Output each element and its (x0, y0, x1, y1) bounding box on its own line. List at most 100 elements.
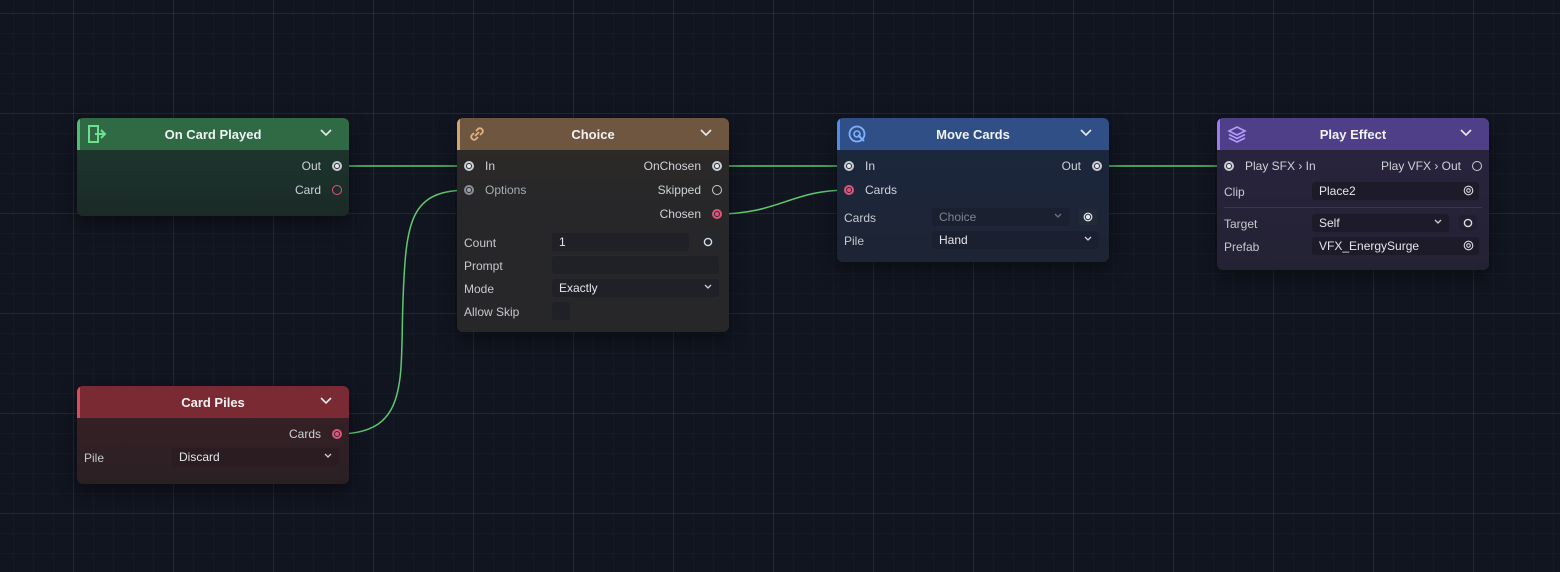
property-label: Target (1224, 217, 1258, 231)
output-port-skipped[interactable] (712, 185, 722, 195)
chevron-down-icon[interactable] (1459, 126, 1473, 140)
mode-select[interactable]: Exactly (552, 279, 719, 297)
select-value: Self (1319, 216, 1340, 230)
node-header[interactable]: Move Cards (837, 118, 1109, 150)
property-target: Target Self (1217, 212, 1489, 235)
node-header[interactable]: Card Piles (77, 386, 349, 418)
chevron-down-icon[interactable] (699, 126, 713, 140)
property-label: Mode (464, 282, 495, 296)
node-play-effect[interactable]: Play Effect Play SFX › In Play VFX › Out… (1217, 118, 1489, 270)
property-label: Cards (844, 211, 877, 225)
port-label: Play VFX › Out (1380, 159, 1461, 173)
port-label: Cards (288, 427, 321, 441)
node-card-piles[interactable]: Card Piles Cards Pile Discard (77, 386, 349, 484)
field-value: Place2 (1319, 184, 1356, 198)
property-label: Pile (844, 234, 865, 248)
prefab-object-field[interactable]: VFX_EnergySurge (1312, 237, 1479, 255)
chevron-down-icon[interactable] (319, 126, 333, 140)
select-value: Choice (939, 210, 977, 224)
node-on-card-played[interactable]: On Card Played Out Card (77, 118, 349, 216)
target-select[interactable]: Self (1312, 214, 1449, 232)
chevron-down-icon[interactable] (319, 394, 333, 408)
property-cards: Cards Choice (837, 206, 1109, 229)
output-port-chosen[interactable] (712, 209, 722, 219)
port-row-options-skipped: Options Skipped (457, 178, 729, 202)
target-picker-icon[interactable] (1463, 240, 1474, 252)
output-port-out[interactable] (1092, 161, 1102, 171)
property-prompt: Prompt (457, 254, 729, 277)
input-port-options[interactable] (464, 185, 474, 195)
property-clip: Clip Place2 (1217, 180, 1489, 207)
allow-skip-checkbox[interactable] (552, 302, 570, 320)
node-accent-stripe (77, 118, 80, 150)
cards-port-toggle[interactable] (1079, 209, 1097, 225)
chevron-down-icon (1053, 210, 1063, 222)
output-port-onchosen[interactable] (712, 161, 722, 171)
prompt-input[interactable] (552, 256, 719, 274)
port-label: Skipped (657, 183, 701, 197)
output-port-card[interactable] (332, 185, 342, 195)
chevron-down-icon[interactable] (1079, 126, 1093, 140)
select-value: Exactly (559, 281, 598, 295)
property-mode: Mode Exactly (457, 277, 729, 300)
node-header[interactable]: On Card Played (77, 118, 349, 150)
node-accent-stripe (837, 118, 840, 150)
select-value: Discard (179, 450, 220, 464)
target-picker-icon[interactable] (1463, 185, 1474, 197)
input-port-cards[interactable] (844, 185, 854, 195)
port-row-cards: Cards (837, 178, 1109, 202)
cursor-target-icon (847, 124, 867, 144)
node-header[interactable]: Choice (457, 118, 729, 150)
link-icon (467, 124, 487, 144)
port-label: In (485, 159, 496, 173)
property-divider (1224, 207, 1482, 208)
port-label: Play SFX › In (1245, 159, 1316, 173)
port-label: Cards (865, 183, 898, 197)
property-label: Count (464, 236, 497, 250)
target-port-toggle[interactable] (1459, 215, 1477, 231)
output-row-cards: Cards (77, 422, 349, 446)
pile-select[interactable]: Hand (932, 231, 1099, 249)
input-value: 1 (559, 235, 566, 249)
clip-object-field[interactable]: Place2 (1312, 182, 1479, 200)
property-label: Pile (84, 451, 105, 465)
chevron-down-icon (323, 450, 333, 462)
port-label: OnChosen (643, 159, 701, 173)
count-port-toggle[interactable] (699, 234, 717, 250)
input-port-in[interactable] (844, 161, 854, 171)
field-value: VFX_EnergySurge (1319, 239, 1420, 253)
port-label: Card (294, 183, 321, 197)
port-label: Out (301, 159, 321, 173)
output-port-out[interactable] (332, 161, 342, 171)
node-header[interactable]: Play Effect (1217, 118, 1489, 150)
input-port-in[interactable] (464, 161, 474, 171)
door-exit-icon (87, 124, 107, 144)
node-move-cards[interactable]: Move Cards In Out Cards Cards Choice Pil… (837, 118, 1109, 262)
pile-select[interactable]: Discard (172, 448, 339, 466)
port-row-in-out: In Out (837, 154, 1109, 178)
graph-canvas-grid[interactable] (0, 0, 1560, 572)
output-row-card: Card (77, 178, 349, 202)
node-accent-stripe (457, 118, 460, 150)
property-allow-skip: Allow Skip (457, 300, 729, 323)
node-title: Choice (571, 126, 615, 142)
property-prefab: Prefab VFX_EnergySurge (1217, 235, 1489, 258)
node-title: Move Cards (936, 126, 1010, 142)
port-label: Out (1061, 159, 1081, 173)
node-accent-stripe (77, 386, 80, 418)
property-pile: Pile Hand (837, 229, 1109, 252)
layers-icon (1227, 124, 1247, 144)
input-port-play-sfx-in[interactable] (1224, 161, 1234, 171)
node-choice[interactable]: Choice In OnChosen Options Skipped Chose… (457, 118, 729, 332)
port-label: Options (485, 183, 527, 197)
node-title: Play Effect (1319, 126, 1387, 142)
port-label: In (865, 159, 876, 173)
chevron-down-icon (1083, 233, 1093, 245)
port-label: Chosen (659, 207, 701, 221)
count-input[interactable]: 1 (552, 233, 689, 251)
node-accent-stripe (1217, 118, 1220, 150)
output-port-play-vfx-out[interactable] (1472, 161, 1482, 171)
node-title: On Card Played (164, 126, 262, 142)
property-label: Allow Skip (464, 305, 520, 319)
output-port-cards[interactable] (332, 429, 342, 439)
